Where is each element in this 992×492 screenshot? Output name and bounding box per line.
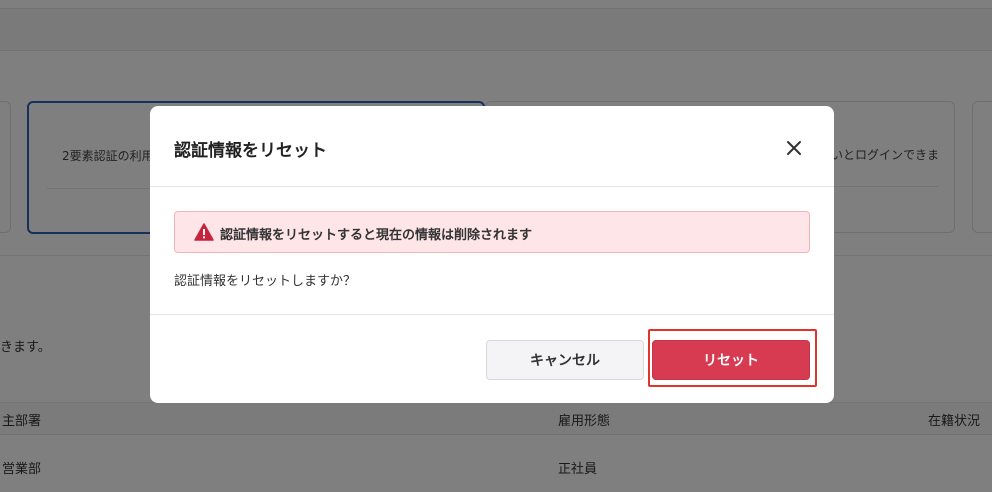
cancel-button[interactable]: キャンセル <box>486 340 644 380</box>
warning-icon <box>194 223 214 241</box>
warning-message: 認証情報をリセットすると現在の情報は削除されます <box>220 228 533 243</box>
confirm-message: 認証情報をリセットしますか？ <box>174 274 357 289</box>
warning-alert: 認証情報をリセットすると現在の情報は削除されます <box>174 211 810 253</box>
dialog-title: 認証情報をリセット <box>174 141 327 161</box>
close-button[interactable] <box>780 134 808 162</box>
close-icon <box>787 141 801 155</box>
dialog-header: 認証情報をリセット <box>150 106 834 187</box>
target-highlight <box>648 329 817 387</box>
